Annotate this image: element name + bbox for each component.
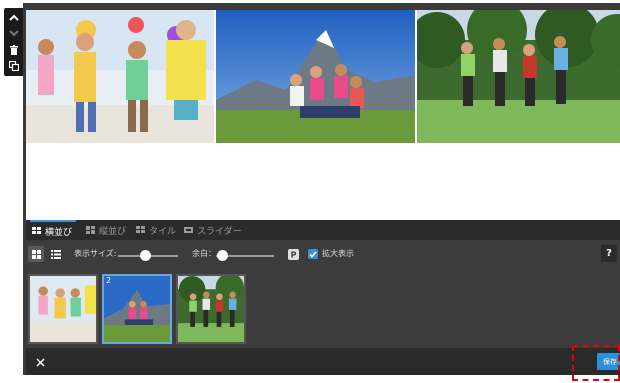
copy-icon — [9, 61, 19, 71]
tile-layout-icon — [136, 226, 145, 233]
margin-slider[interactable] — [216, 250, 274, 261]
vertical-layout-icon — [86, 226, 95, 234]
editor-footer: 保存 — [26, 348, 620, 375]
tab-horizontal[interactable]: 横並び — [30, 220, 76, 240]
list-view-button[interactable] — [48, 246, 64, 262]
tab-slider-label: スライダー — [197, 226, 242, 237]
display-size-label: 表示サイズ: — [74, 249, 117, 258]
display-size-slider-knob[interactable] — [139, 250, 151, 261]
preview-photo-park[interactable] — [417, 10, 620, 143]
layout-tabbar: 横並び 縦並び タイル スライダー — [26, 220, 620, 240]
move-down-button[interactable] — [4, 25, 24, 41]
tab-vertical-label: 縦並び — [99, 226, 127, 237]
zoom-checkbox[interactable] — [308, 249, 318, 259]
gallery-editor: 横並び 縦並び タイル スライダー 表示サイズ: 余白： P 拡大表示 ? 2 … — [0, 0, 620, 383]
delete-button[interactable] — [4, 42, 24, 58]
margin-label: 余白： — [192, 249, 216, 258]
close-button[interactable] — [32, 354, 48, 370]
margin-slider-knob[interactable] — [217, 250, 229, 261]
pinterest-icon: P — [287, 248, 299, 260]
pinterest-button[interactable]: P — [285, 246, 301, 262]
close-icon — [35, 357, 45, 367]
thumbnail-mountain[interactable]: 2 — [102, 274, 172, 344]
tab-vertical[interactable]: 縦並び — [84, 220, 128, 240]
block-toolbar — [4, 8, 24, 76]
trash-icon — [10, 45, 18, 55]
thumbnail-park[interactable]: 3 — [176, 274, 246, 344]
save-button-highlight — [572, 345, 620, 381]
display-size-slider[interactable] — [118, 250, 178, 261]
grid-icon — [31, 249, 41, 259]
editor-frame: 横並び 縦並び タイル スライダー 表示サイズ: 余白： P 拡大表示 ? 2 … — [23, 3, 620, 375]
grid-view-button[interactable] — [28, 246, 44, 262]
chevron-down-icon — [9, 30, 19, 37]
preview-photo-mountain[interactable] — [216, 10, 415, 143]
svg-text:P: P — [290, 250, 296, 259]
thumbnail-children[interactable]: 1 — [28, 274, 98, 344]
check-icon — [309, 250, 317, 258]
thumbnail-strip: 1 2 — [26, 268, 620, 348]
move-up-button[interactable] — [4, 10, 24, 26]
thumbnail-number: 2 — [106, 276, 112, 285]
tab-tile[interactable]: タイル — [134, 220, 176, 240]
tab-horizontal-label: 横並び — [45, 227, 73, 238]
list-icon — [51, 249, 61, 259]
help-button[interactable]: ? — [601, 245, 617, 262]
duplicate-button[interactable] — [4, 58, 24, 74]
tab-slider[interactable]: スライダー — [182, 220, 242, 240]
preview-photo-children[interactable] — [26, 10, 214, 143]
slider-layout-icon — [184, 227, 193, 233]
tab-tile-label: タイル — [149, 226, 177, 237]
zoom-label: 拡大表示 — [322, 249, 354, 258]
display-options: 表示サイズ: 余白： P 拡大表示 ? — [26, 240, 620, 268]
horizontal-layout-icon — [32, 227, 41, 234]
chevron-up-icon — [9, 14, 19, 21]
gallery-preview — [26, 10, 620, 220]
